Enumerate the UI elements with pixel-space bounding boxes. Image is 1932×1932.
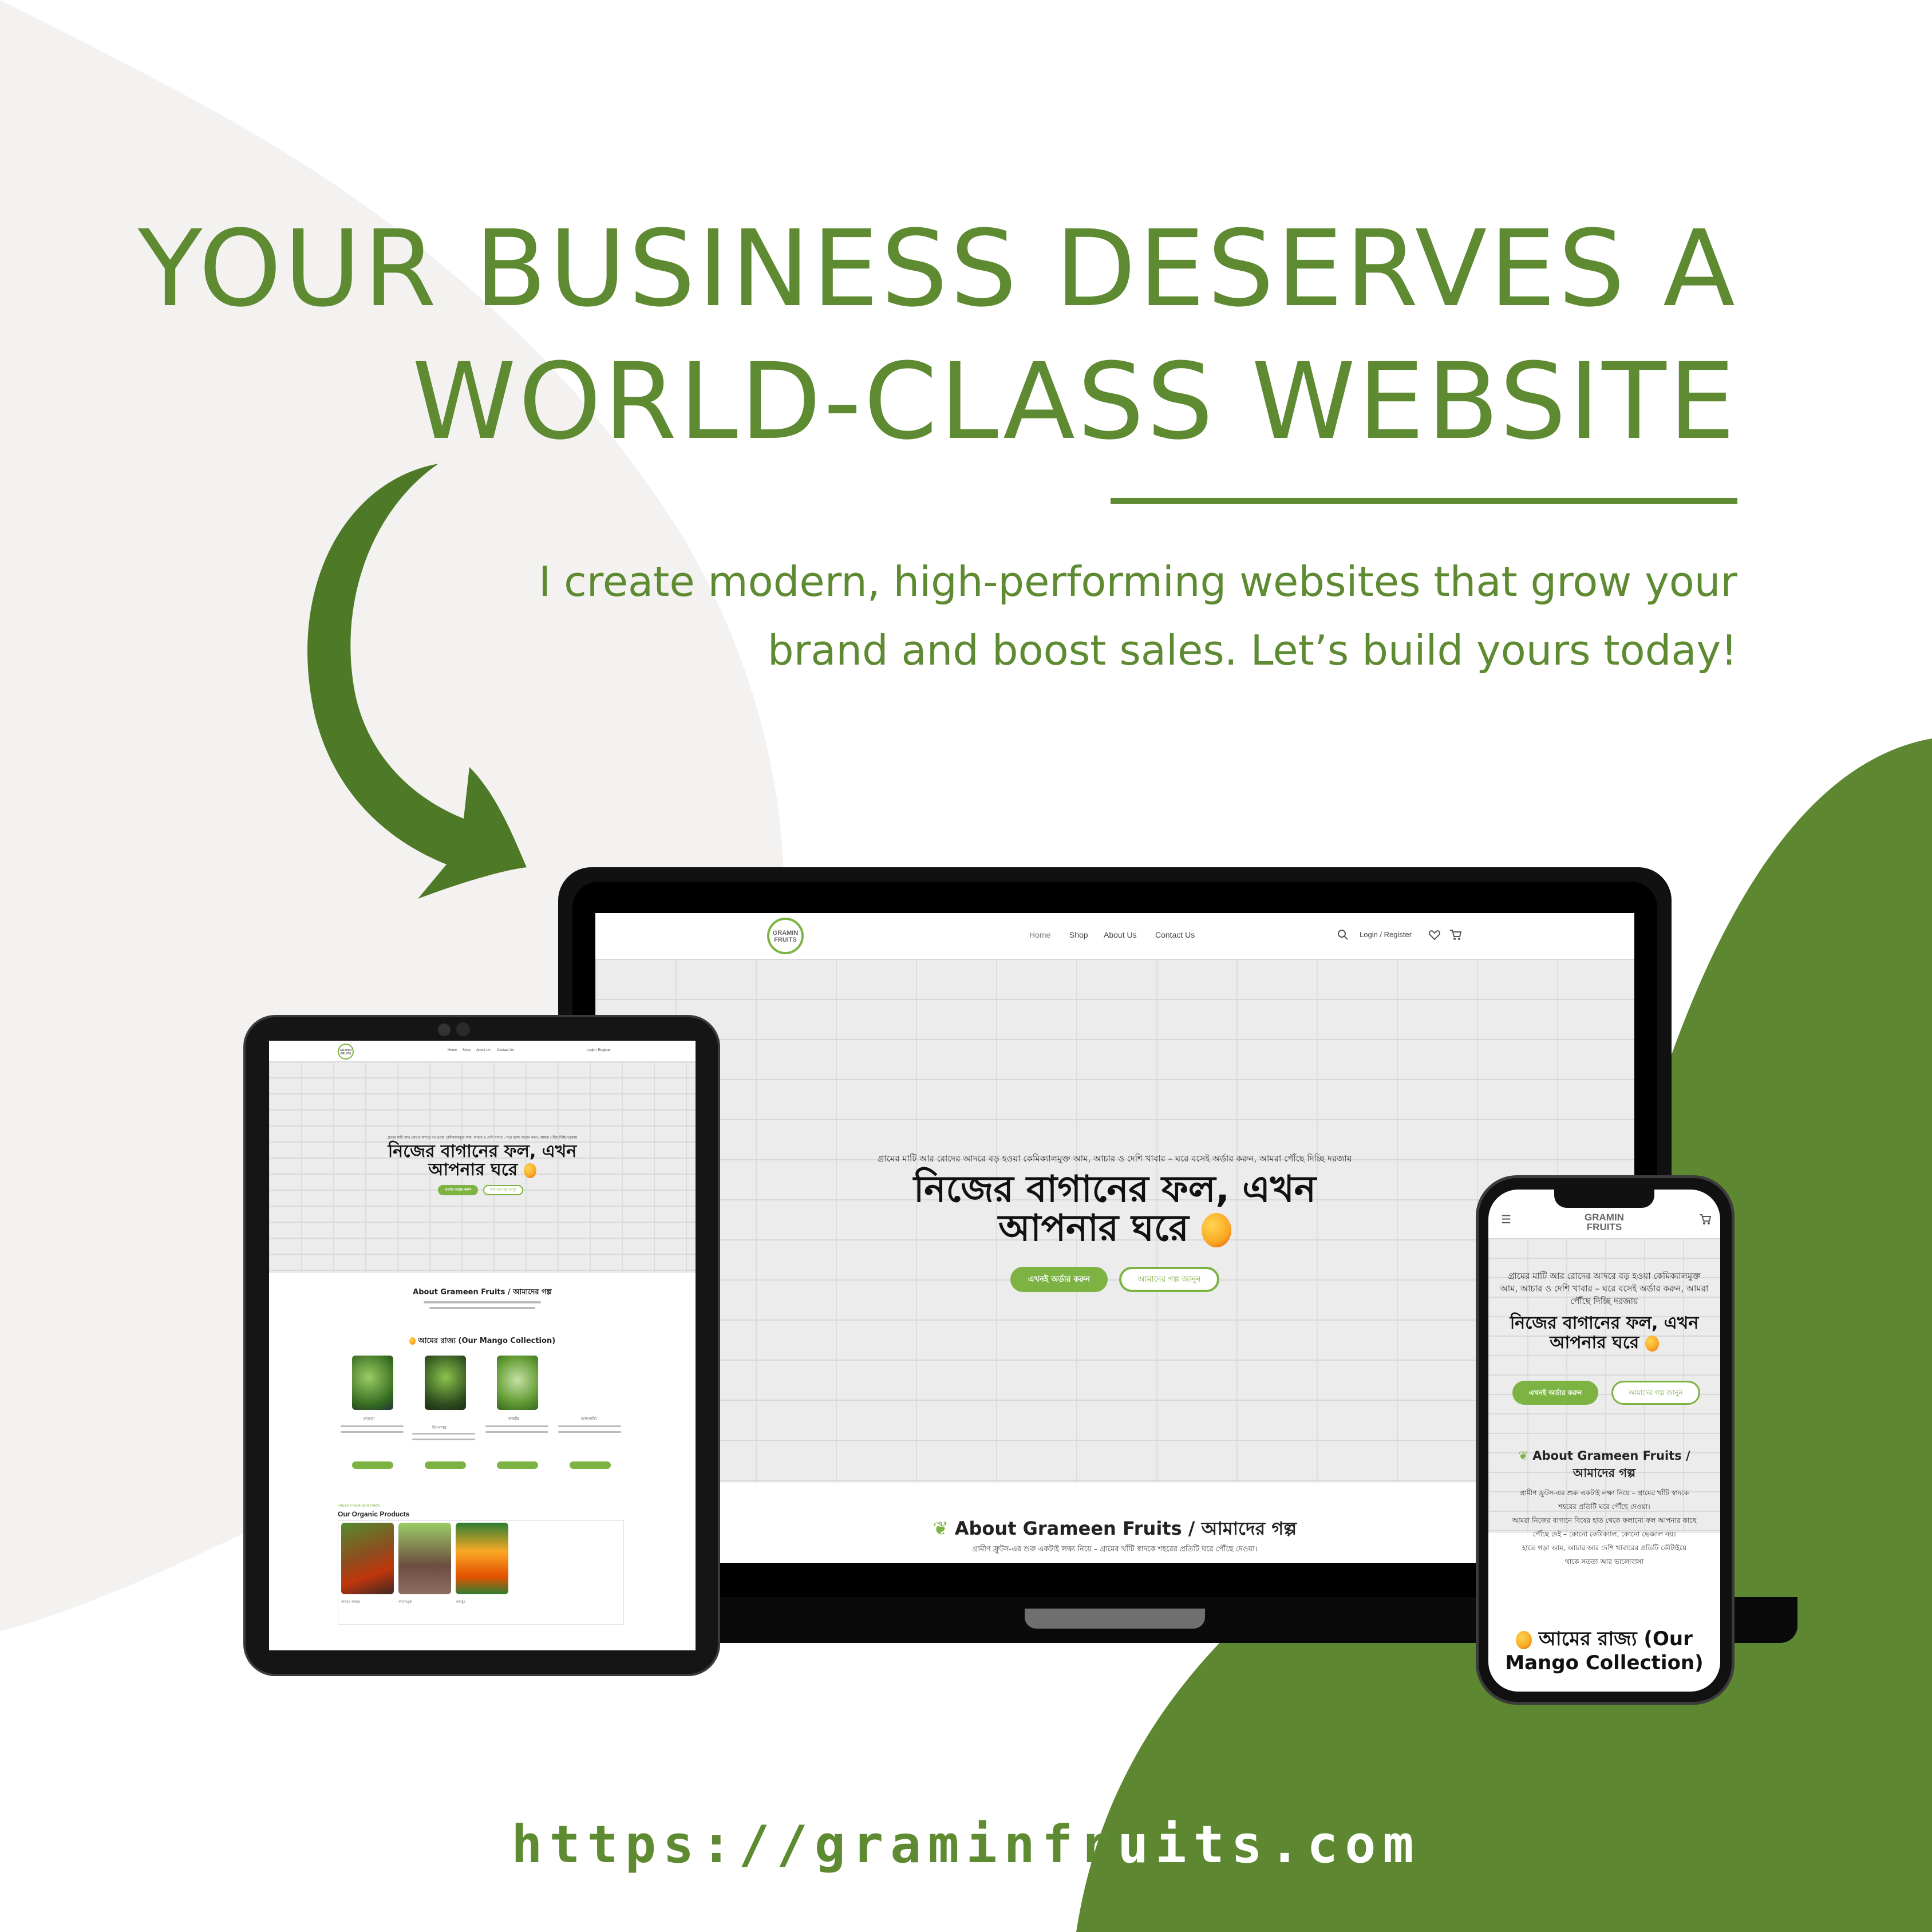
phone-hero-title-1: নিজের বাগানের ফল, এখন	[1510, 1313, 1699, 1333]
tablet-mango-name-2: হিমসাগর	[432, 1426, 447, 1430]
tablet-mango-name-3: ফজলি	[508, 1417, 519, 1421]
mango-icon	[523, 1163, 536, 1178]
tablet-about-text-line	[424, 1301, 541, 1303]
tablet-mango-title: আমের রাজ্য (Our Mango Collection)	[269, 1336, 696, 1348]
canvas: YOUR BUSINESS DESERVES A WORLD-CLASS WEB…	[0, 0, 1932, 1932]
cart-icon[interactable]	[1699, 1214, 1712, 1225]
tablet-nav-home[interactable]: Home	[448, 1049, 457, 1052]
phone-logo[interactable]: GRAMIN FRUITS	[1585, 1212, 1624, 1232]
subtext-line-1: I create modern, high-performing website…	[538, 558, 1737, 606]
tablet-desc-line	[412, 1439, 475, 1440]
tablet-nav-about[interactable]: About Us	[476, 1049, 491, 1052]
phone-notch	[1554, 1190, 1654, 1208]
headline-divider	[1111, 498, 1737, 504]
phone-story-button[interactable]: আমাদের গল্প জানুন	[1611, 1381, 1700, 1405]
cart-icon[interactable]	[1449, 929, 1462, 941]
laptop-logo[interactable]: GRAMIN FRUITS	[767, 918, 804, 954]
tablet-desc-line	[558, 1431, 621, 1433]
headline-line-2: WORLD-CLASS WEBSITE	[412, 341, 1737, 463]
phone-about-title: ❦ About Grameen Fruits / আমাদের গল্প	[1518, 1449, 1690, 1480]
phone-mango-title-1: আমের রাজ্য (Our	[1488, 1629, 1720, 1650]
tablet-about-title: About Grameen Fruits / আমাদের গল্প	[413, 1288, 552, 1297]
laptop-notch	[1025, 1609, 1205, 1629]
tablet-desc-line	[341, 1431, 404, 1433]
tablet-camera	[438, 1024, 451, 1036]
phone-hero-title-2: আপনার ঘরে	[1488, 1334, 1720, 1352]
tablet-product-name-2: আমসত্ত্ব	[398, 1601, 412, 1604]
tablet-story-button[interactable]: আমাদের গল্প জানুন	[483, 1185, 523, 1195]
tablet-product-image-3[interactable]	[456, 1523, 508, 1594]
laptop-nav-contact[interactable]: Contact Us	[1155, 930, 1195, 939]
tablet-product-name-1: আমের আচার	[341, 1601, 360, 1604]
tablet-product-name-3: আমচুর	[456, 1601, 465, 1604]
mango-icon	[1202, 1213, 1232, 1248]
phone-about-line-4: পৌঁছে দেই – কোনো কেমিক্যাল, কোনো ভেজাল ন…	[1532, 1530, 1676, 1538]
tablet-product-image-1[interactable]	[341, 1523, 394, 1594]
leaf-icon: ❦	[1518, 1449, 1528, 1463]
tablet-desc-line	[485, 1425, 548, 1427]
laptop-order-button[interactable]: এখনই অর্ডার করুন	[1010, 1267, 1108, 1292]
tablet-nav-shop[interactable]: Shop	[463, 1049, 471, 1052]
tablet-login-link[interactable]: Login / Register	[587, 1049, 611, 1052]
phone-hero-small-text: গ্রামের মাটি আর রোদের আদরে বড় হওয়া কেম…	[1500, 1271, 1709, 1306]
phone-mango-title-2: Mango Collection)	[1505, 1652, 1704, 1674]
headline-line-1: YOUR BUSINESS DESERVES A	[137, 208, 1737, 330]
mango-icon	[1645, 1335, 1659, 1352]
tablet-mango-image-2[interactable]	[425, 1356, 466, 1410]
tablet-hero-small-text: গ্রামের মাটি আর রোদের আদরে বড় হওয়া কেম…	[387, 1136, 578, 1140]
laptop-hero-small-text: গ্রামের মাটি আর রোদের আদরে বড় হওয়া কেম…	[878, 1153, 1352, 1164]
tablet-organic-tag: FRESH FROM OUR FARM	[338, 1504, 380, 1508]
mango-icon	[409, 1337, 416, 1345]
phone-screen: ☰ GRAMIN FRUITS গ্রামের মাটি আর রোদের আদ…	[1488, 1190, 1720, 1692]
laptop-story-button[interactable]: আমাদের গল্প জানুন	[1119, 1267, 1219, 1292]
tablet-organic-title: Our Organic Products	[338, 1510, 410, 1518]
tablet-desc-line	[558, 1425, 621, 1427]
phone-about-line-6: থাকে সততা আর ভালোবাসা	[1564, 1558, 1644, 1566]
tablet-mango-name-1: ল্যাংড়া	[364, 1417, 375, 1421]
mango-icon	[1516, 1630, 1532, 1649]
heart-icon[interactable]	[1428, 929, 1441, 941]
tablet-card-button-3[interactable]	[497, 1461, 538, 1469]
phone-about-line-5: হাতে গড়া আম, আচার আর দেশি খাবারের প্রতি…	[1522, 1544, 1687, 1552]
tablet-desc-line	[341, 1425, 404, 1427]
phone-about-line-1: গ্রামীণ ফ্রুটস-এর শুরু একটাই লক্ষ্য নিয়…	[1519, 1489, 1689, 1497]
tablet-card-button-1[interactable]	[352, 1461, 393, 1469]
phone-order-button[interactable]: এখনই অর্ডার করুন	[1512, 1381, 1598, 1405]
tablet-hero-title-1: নিজের বাগানের ফল, এখন	[388, 1141, 577, 1161]
menu-icon[interactable]: ☰	[1501, 1212, 1511, 1227]
tablet-order-button[interactable]: এখনই অর্ডার করুন	[438, 1185, 478, 1195]
tablet-desc-line	[485, 1431, 548, 1433]
tablet-screen: GRAMIN FRUITS Home Shop About Us Contact…	[269, 1041, 696, 1650]
subtext-line-2: brand and boost sales. Let’s build yours…	[767, 626, 1737, 674]
tablet-card-button-4[interactable]	[570, 1461, 611, 1469]
tablet-desc-line	[412, 1433, 475, 1435]
tablet-camera-2	[456, 1022, 470, 1036]
tablet-mango-image-3[interactable]	[497, 1356, 538, 1410]
leaf-icon: ❦	[933, 1518, 949, 1539]
laptop-nav-home[interactable]: Home	[1029, 930, 1050, 939]
tablet-hero-title-2: আপনার ঘরে	[269, 1161, 696, 1179]
tablet-logo[interactable]: GRAMIN FRUITS	[338, 1044, 354, 1060]
phone-about-line-3: আমরা নিজের বাগানে বিষের হাত থেকে ফলানো ফ…	[1512, 1516, 1697, 1524]
search-icon[interactable]	[1337, 929, 1349, 941]
tablet-card-button-2[interactable]	[425, 1461, 466, 1469]
website-url[interactable]: https://graminfruits.com	[0, 1815, 1932, 1875]
laptop-login-link[interactable]: Login / Register	[1360, 930, 1412, 939]
tablet-mango-image-1[interactable]	[352, 1356, 393, 1410]
tablet-mango-name-4: আম্রপালি	[581, 1417, 597, 1421]
laptop-nav-about[interactable]: About Us	[1104, 930, 1137, 939]
curved-arrow-icon	[307, 464, 527, 899]
laptop-nav-shop[interactable]: Shop	[1069, 930, 1088, 939]
tablet-nav-contact[interactable]: Contact Us	[497, 1049, 514, 1052]
phone-about-line-2: শহরের প্রতিটি ঘরে পৌঁছে দেওয়া।	[1558, 1503, 1650, 1511]
tablet-about-text-line	[429, 1307, 535, 1309]
tablet-product-image-2[interactable]	[398, 1523, 451, 1594]
